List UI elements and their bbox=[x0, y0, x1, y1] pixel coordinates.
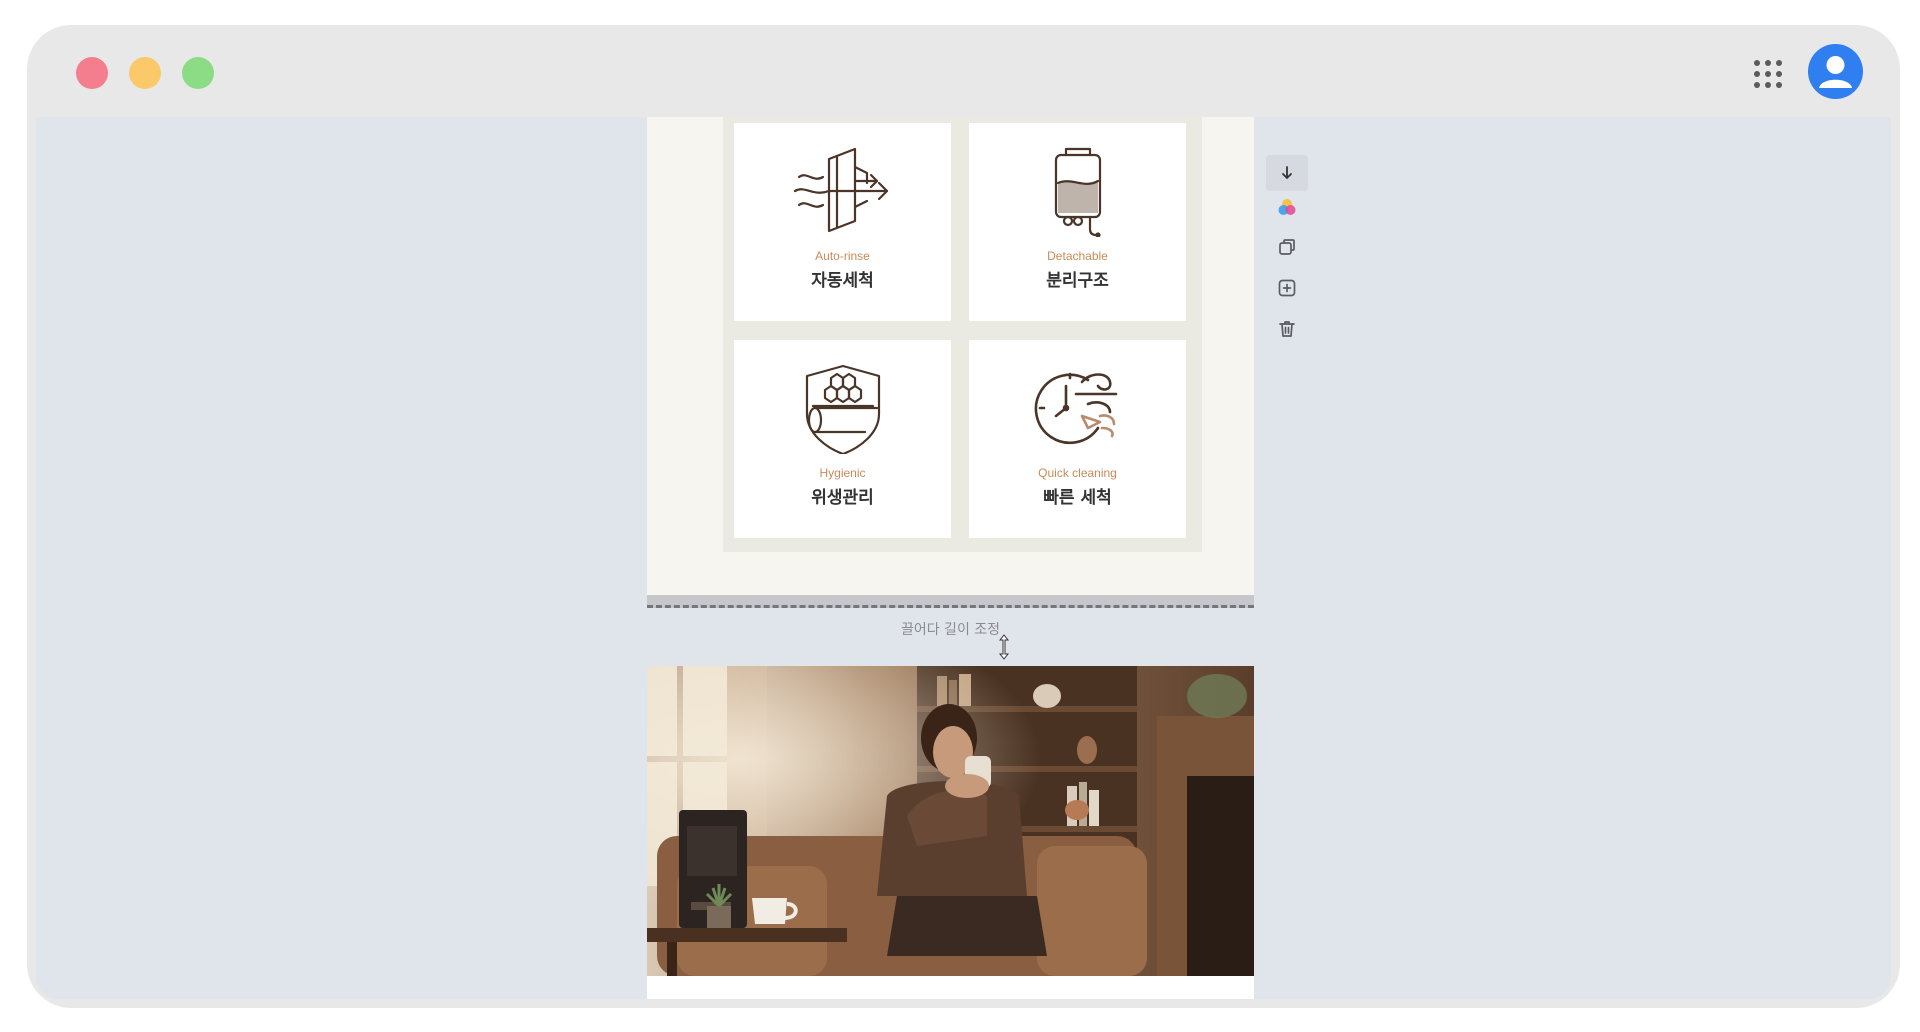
feature-card-quick-cleaning[interactable]: Quick cleaning 빠른 세척 bbox=[969, 340, 1186, 538]
duplicate-icon[interactable] bbox=[1266, 229, 1308, 265]
next-section[interactable] bbox=[647, 976, 1254, 999]
maximize-button[interactable] bbox=[182, 57, 214, 89]
minimize-button[interactable] bbox=[129, 57, 161, 89]
feature-en-label: Quick cleaning bbox=[1038, 466, 1117, 480]
feature-ko-label: 자동세척 bbox=[811, 271, 874, 291]
feature-en-label: Detachable bbox=[1047, 249, 1108, 263]
add-block-icon[interactable] bbox=[1266, 270, 1308, 306]
app-window: Auto-rinse 자동세척 Detachable 분리구조 Hygienic… bbox=[27, 25, 1900, 1008]
water-tank-icon bbox=[1054, 147, 1101, 237]
feature-card-auto-rinse[interactable]: Auto-rinse 자동세척 bbox=[734, 123, 951, 321]
resize-cursor-icon bbox=[998, 634, 1010, 660]
resize-hint-text: 끌어다 길이 조정 bbox=[900, 622, 1001, 638]
trash-icon[interactable] bbox=[1266, 311, 1308, 347]
feature-card-hygienic[interactable]: Hygienic 위생관리 bbox=[734, 340, 951, 538]
clock-wind-icon bbox=[1034, 372, 1117, 445]
hygiene-shield-icon bbox=[805, 364, 880, 454]
feature-ko-label: 빠른 세척 bbox=[1043, 488, 1112, 508]
page-content: Auto-rinse 자동세척 Detachable 분리구조 Hygienic… bbox=[647, 117, 1254, 999]
editor-canvas: Auto-rinse 자동세척 Detachable 분리구조 Hygienic… bbox=[36, 117, 1891, 999]
close-button[interactable] bbox=[76, 57, 108, 89]
feature-ko-label: 분리구조 bbox=[1046, 271, 1109, 291]
feature-card-detachable[interactable]: Detachable 분리구조 bbox=[969, 123, 1186, 321]
feature-ko-label: 위생관리 bbox=[811, 488, 874, 508]
feature-en-label: Hygienic bbox=[819, 466, 866, 480]
water-flow-icon bbox=[793, 147, 888, 233]
apps-grid-icon[interactable] bbox=[1751, 57, 1785, 91]
arrow-down-icon[interactable] bbox=[1266, 155, 1308, 191]
palette-icon[interactable] bbox=[1266, 189, 1308, 225]
user-avatar-icon[interactable] bbox=[1808, 44, 1863, 99]
feature-section[interactable]: Auto-rinse 자동세척 Detachable 분리구조 Hygienic… bbox=[647, 117, 1254, 595]
feature-en-label: Auto-rinse bbox=[815, 249, 870, 263]
resize-handle[interactable] bbox=[647, 595, 1254, 608]
woman-drinking-coffee-photo[interactable] bbox=[647, 666, 1254, 976]
